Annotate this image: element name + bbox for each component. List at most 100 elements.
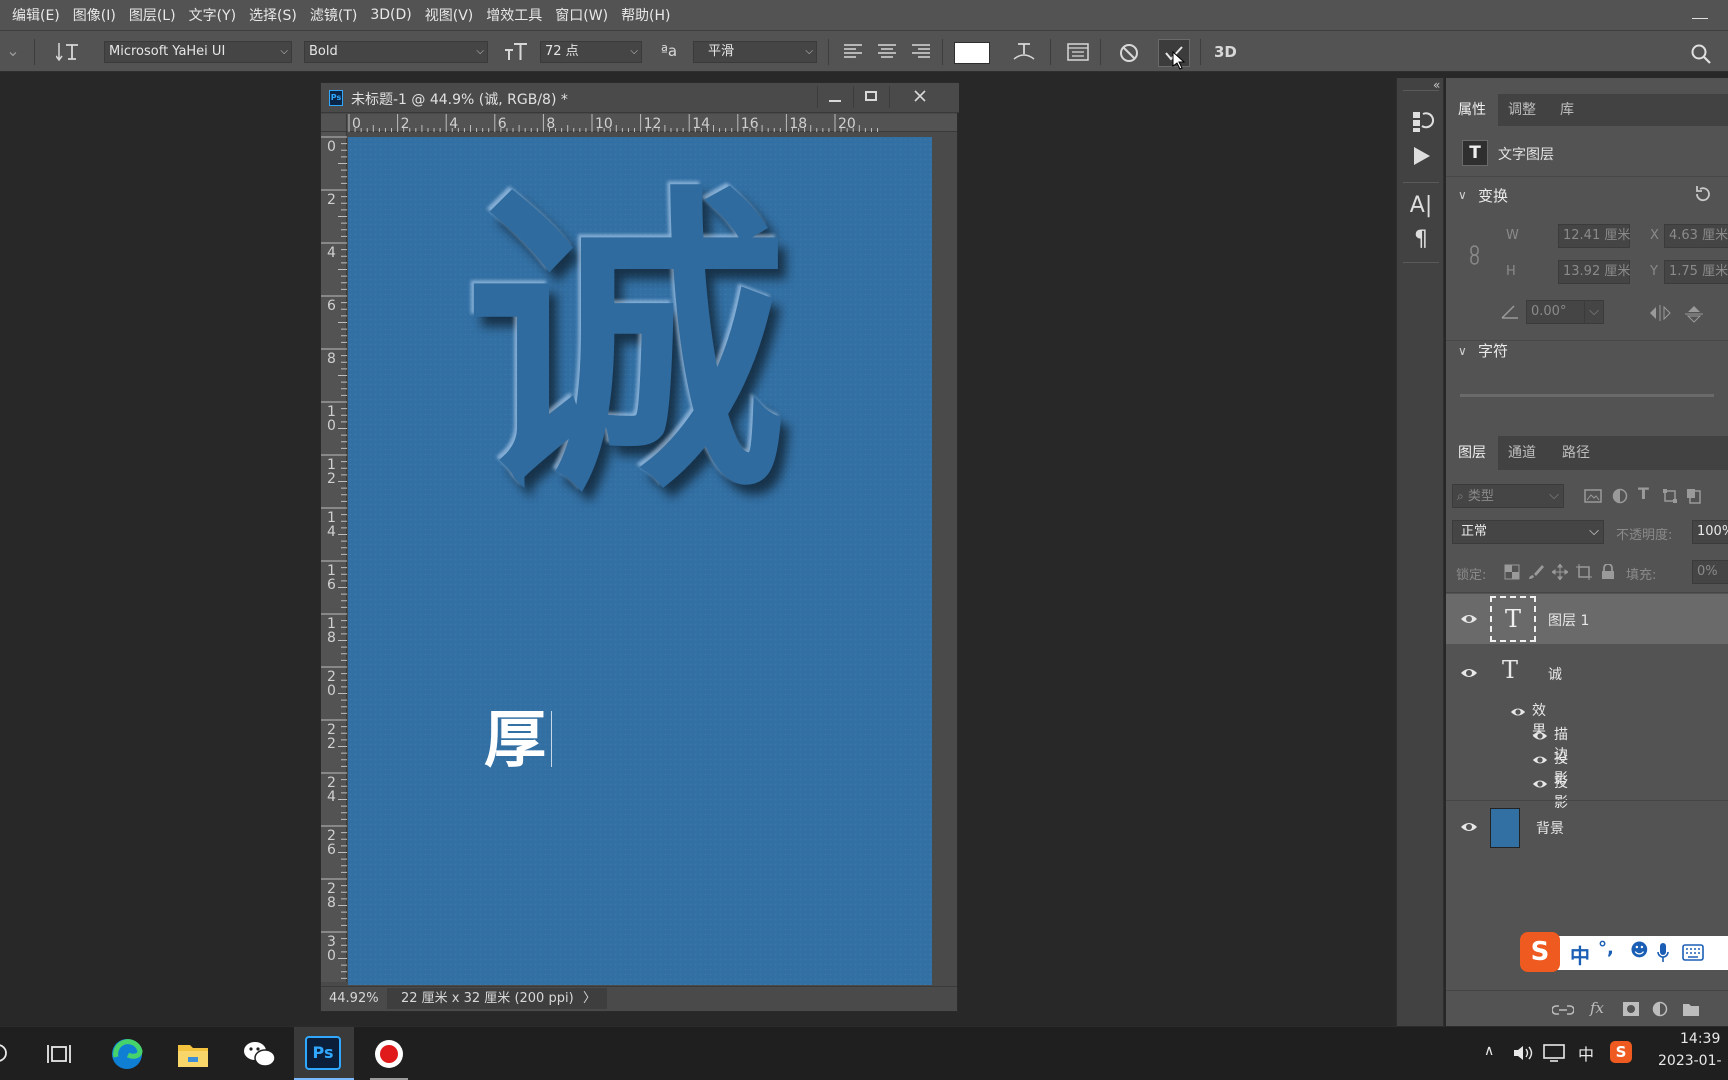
vertical-ruler[interactable]: 024681012141618202224262830: [321, 132, 347, 982]
align-right-icon[interactable]: [910, 43, 932, 61]
filter-smart-object-icon[interactable]: [1686, 488, 1702, 504]
clock-date[interactable]: 2023-01-: [1658, 1053, 1722, 1069]
ime-keyboard-icon[interactable]: [1682, 944, 1704, 962]
actions-play-icon[interactable]: [1407, 142, 1435, 170]
text-color-swatch[interactable]: [954, 42, 990, 64]
warp-text-icon[interactable]: [1012, 41, 1036, 63]
add-layer-style-button[interactable]: fx: [1590, 999, 1604, 1017]
tab-layers[interactable]: 图层: [1446, 436, 1498, 470]
lock-artboard-icon[interactable]: [1576, 564, 1592, 580]
filter-shape-icon[interactable]: [1662, 488, 1678, 504]
menu-select[interactable]: 选择(S): [249, 5, 297, 25]
text-layer-cheng[interactable]: 诚: [466, 167, 786, 527]
taskbar-photoshop-active[interactable]: Ps: [294, 1027, 354, 1080]
tab-libraries[interactable]: 库: [1548, 94, 1586, 126]
add-mask-icon[interactable]: [1622, 1001, 1640, 1017]
paragraph-panel-icon[interactable]: ¶: [1407, 226, 1435, 254]
doc-minimize-button[interactable]: [817, 86, 851, 108]
visibility-eye-icon[interactable]: [1532, 752, 1548, 768]
sogou-tray-icon[interactable]: S: [1610, 1041, 1632, 1063]
flip-horizontal-icon[interactable]: [1648, 304, 1672, 322]
chevron-down-icon[interactable]: ∨: [1458, 188, 1467, 202]
new-adjustment-layer-icon[interactable]: [1652, 1001, 1668, 1017]
ime-punctuation[interactable]: °,: [1598, 938, 1614, 959]
width-field[interactable]: 12.41 厘米: [1558, 224, 1630, 248]
flip-vertical-icon[interactable]: [1684, 304, 1704, 324]
tool-preset-chevron-icon[interactable]: ⌄: [0, 41, 26, 61]
lock-all-icon[interactable]: [1600, 564, 1616, 580]
app-minimize-button[interactable]: [1692, 6, 1708, 22]
align-center-icon[interactable]: [876, 43, 898, 61]
screen-recorder-icon[interactable]: [370, 1035, 408, 1073]
menu-edit[interactable]: 编辑(E): [12, 5, 60, 25]
font-style-select[interactable]: Bold ⌵: [304, 41, 488, 63]
layer-name[interactable]: 图层 1: [1548, 610, 1589, 630]
menu-layer[interactable]: 图层(L): [129, 5, 176, 25]
x-field[interactable]: 4.63 厘米: [1664, 224, 1728, 248]
layer-name[interactable]: 背景: [1536, 818, 1564, 838]
document-title-bar[interactable]: Ps 未标题-1 @ 44.9% (诚, RGB/8) *: [321, 83, 959, 113]
angle-field[interactable]: 0.00° ⌵: [1526, 300, 1604, 324]
ime-voice-icon[interactable]: [1656, 942, 1670, 964]
visibility-eye-icon[interactable]: [1460, 818, 1478, 836]
menu-plugins[interactable]: 增效工具: [486, 5, 542, 25]
layer-row-background[interactable]: 背景: [1446, 802, 1728, 852]
filter-type-icon[interactable]: T: [1638, 484, 1649, 503]
tab-adjustments[interactable]: 调整: [1496, 94, 1548, 126]
ruler-origin[interactable]: [321, 114, 347, 132]
clock-time[interactable]: 14:39: [1680, 1031, 1720, 1047]
height-field[interactable]: 13.92 厘米: [1558, 260, 1630, 284]
character-section-title[interactable]: 字符: [1478, 340, 1508, 361]
text-layer-editing[interactable]: 厚: [484, 705, 553, 775]
opacity-field[interactable]: 100%: [1692, 520, 1728, 544]
menu-filter[interactable]: 滤镜(T): [310, 5, 357, 25]
visibility-eye-icon[interactable]: [1510, 704, 1526, 720]
visibility-eye-icon[interactable]: [1532, 728, 1548, 744]
sogou-logo-icon[interactable]: S: [1520, 932, 1560, 972]
volume-icon[interactable]: [1512, 1043, 1534, 1063]
new-group-icon[interactable]: [1682, 1001, 1700, 1017]
document-canvas[interactable]: 诚 厚: [348, 137, 932, 985]
tray-chevron-up-icon[interactable]: ∧: [1484, 1043, 1494, 1059]
network-icon[interactable]: [1542, 1043, 1566, 1063]
search-icon[interactable]: [0, 1041, 26, 1079]
link-dimensions-icon[interactable]: [1468, 244, 1482, 266]
doc-close-button[interactable]: [889, 86, 949, 108]
menu-window[interactable]: 窗口(W): [555, 5, 608, 25]
menu-help[interactable]: 帮助(H): [621, 5, 670, 25]
visibility-eye-icon[interactable]: [1460, 610, 1478, 628]
file-explorer-icon[interactable]: [174, 1035, 212, 1073]
wechat-icon[interactable]: [240, 1035, 278, 1073]
horizontal-ruler[interactable]: 0 2 4 6 8 10 12 14 16 18 20: [347, 114, 957, 132]
scroll-indicator[interactable]: [1460, 394, 1714, 397]
layer-row-layer-1[interactable]: T 图层 1: [1446, 594, 1728, 644]
layer-filter-kind[interactable]: ⌕ 类型 ⌵: [1452, 484, 1564, 508]
search-icon[interactable]: [1690, 43, 1712, 65]
edge-browser-icon[interactable]: [108, 1035, 146, 1073]
chevron-down-icon[interactable]: ∨: [1458, 344, 1467, 358]
layer-row-cheng[interactable]: T 诚: [1446, 648, 1728, 698]
panels-toggle-icon[interactable]: [1066, 42, 1090, 62]
ime-language[interactable]: 中: [1570, 940, 1590, 969]
reset-transform-icon[interactable]: [1692, 184, 1714, 204]
link-layers-icon[interactable]: [1552, 1003, 1574, 1017]
tab-paths[interactable]: 路径: [1550, 436, 1602, 470]
menu-image[interactable]: 图像(I): [73, 5, 116, 25]
zoom-level[interactable]: 44.92%: [329, 991, 379, 1006]
filter-adjustment-icon[interactable]: [1612, 488, 1628, 504]
filter-pixel-icon[interactable]: [1584, 488, 1602, 504]
align-left-icon[interactable]: [842, 43, 864, 61]
layer-name[interactable]: 诚: [1548, 664, 1562, 684]
toggle-text-orientation-icon[interactable]: [56, 41, 80, 63]
blend-mode-select[interactable]: 正常 ⌵: [1452, 520, 1604, 544]
tray-language[interactable]: 中: [1578, 1041, 1594, 1065]
lock-transparent-icon[interactable]: [1504, 564, 1520, 580]
character-panel-icon[interactable]: A|: [1407, 192, 1435, 220]
font-family-select[interactable]: Microsoft YaHei UI ⌵: [104, 41, 292, 63]
history-icon[interactable]: [1407, 108, 1435, 136]
menu-type[interactable]: 文字(Y): [189, 5, 236, 25]
font-size-select[interactable]: 72 点 ⌵: [540, 41, 642, 63]
lock-brush-icon[interactable]: [1528, 564, 1544, 580]
tab-channels[interactable]: 通道: [1496, 436, 1548, 470]
fill-field[interactable]: 0%: [1692, 560, 1728, 584]
